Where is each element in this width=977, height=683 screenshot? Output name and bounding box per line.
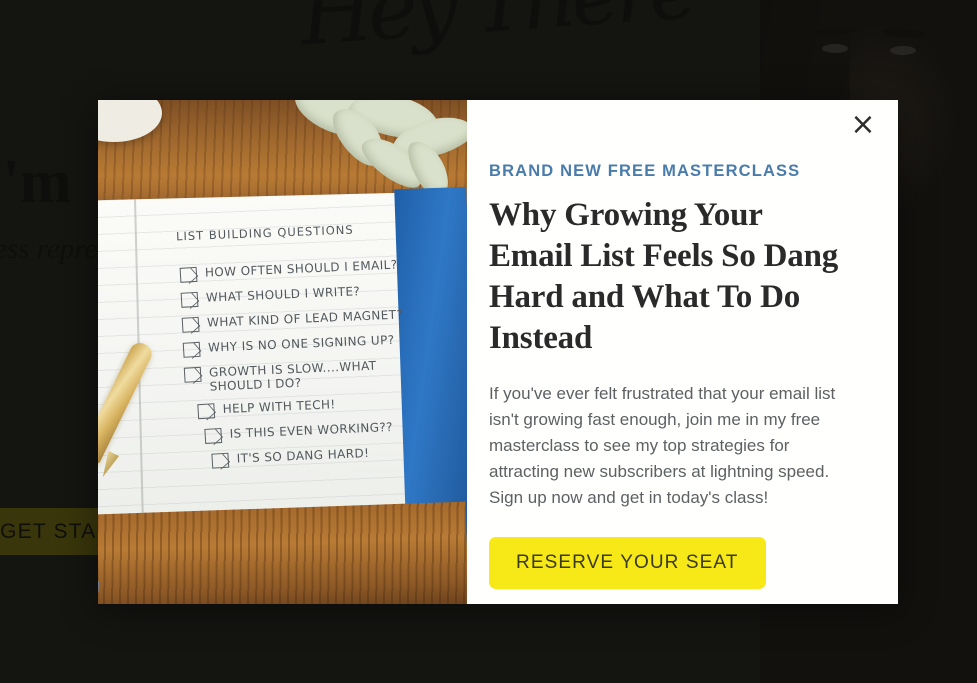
checkbox-checked-icon [183,366,202,383]
checkbox-checked-icon [204,427,223,444]
checklist-item-label: WHAT KIND OF LEAD MAGNET? [206,307,404,330]
checkbox-checked-icon [182,341,201,358]
checkbox-checked-icon [179,266,198,283]
checklist-item-label: GROWTH IS SLOW....WHAT SHOULD I DO? [208,358,377,394]
checkbox-checked-icon [197,403,216,420]
modal-eyebrow: BRAND NEW FREE MASTERCLASS [489,162,801,180]
checkbox-checked-icon [181,316,200,333]
checkbox-checked-icon [211,452,230,469]
checklist-item: IS THIS EVEN WORKING?? [204,419,408,444]
checklist-item-label: WHAT SHOULD I WRITE? [205,284,361,305]
checklist-item-label: WHY IS NO ONE SIGNING UP? [207,332,395,355]
checklist-item-label: IS THIS EVEN WORKING?? [229,419,394,441]
wood-table-bottom [98,501,467,604]
masterclass-modal: LIST BUILDING QUESTIONS HOW OFTEN SHOULD… [98,100,898,604]
notebook-photo: LIST BUILDING QUESTIONS HOW OFTEN SHOULD… [98,100,467,604]
modal-content: × BRAND NEW FREE MASTERCLASS Why Growing… [467,100,898,604]
checklist-item: HELP WITH TECH! [197,394,407,420]
checklist-item-label: HELP WITH TECH! [222,397,336,417]
checklist-item: WHY IS NO ONE SIGNING UP? [182,332,405,358]
checklist-item-label: IT'S SO DANG HARD! [236,445,370,466]
reserve-your-seat-button[interactable]: RESERVE YOUR SEAT [489,537,766,589]
modal-description: If you've ever felt frustrated that your… [489,384,836,507]
checklist-item: WHAT KIND OF LEAD MAGNET? [181,307,404,333]
checkbox-checked-icon [180,291,199,308]
notebook-checklist: HOW OFTEN SHOULD I EMAIL? WHAT SHOULD I … [179,257,410,478]
close-icon[interactable]: × [846,108,880,142]
checklist-item: WHAT SHOULD I WRITE? [180,282,403,308]
checklist-item: IT'S SO DANG HARD! [211,444,409,469]
checklist-item: GROWTH IS SLOW....WHAT SHOULD I DO? [183,357,406,394]
modal-headline: Why Growing Your Email List Feels So Dan… [489,197,839,356]
